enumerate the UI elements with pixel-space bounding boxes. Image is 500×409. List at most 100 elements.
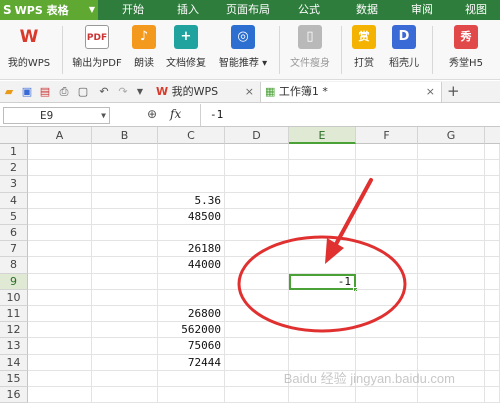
active-cell-e9[interactable]: -1	[289, 273, 358, 292]
cell-f4[interactable]	[356, 192, 418, 209]
cell-b11[interactable]	[92, 306, 158, 323]
cell-a2[interactable]	[28, 160, 92, 177]
new-tab-button[interactable]: +	[447, 81, 460, 101]
app-menu-button[interactable]: S WPS 表格 ▼	[0, 0, 98, 20]
cell-d1[interactable]	[225, 144, 289, 161]
cell-g3[interactable]	[418, 176, 485, 193]
cell-h5[interactable]	[485, 208, 500, 225]
row-header-13[interactable]: 13	[0, 338, 28, 355]
cell-h11[interactable]	[485, 306, 500, 323]
show-h5-button[interactable]: 秀 秀堂H5	[437, 25, 495, 77]
close-icon[interactable]: ×	[245, 82, 254, 102]
cell-c16[interactable]	[158, 387, 225, 404]
cell-f8[interactable]	[356, 257, 418, 274]
cell-e2[interactable]	[289, 160, 356, 177]
cell-d2[interactable]	[225, 160, 289, 177]
cell-a1[interactable]	[28, 144, 92, 161]
menu-tab-page-layout[interactable]: 页面布局	[226, 0, 270, 20]
cell-f7[interactable]	[356, 241, 418, 258]
cell-e11[interactable]	[289, 306, 356, 323]
cell-g2[interactable]	[418, 160, 485, 177]
cell-e8[interactable]	[289, 257, 356, 274]
cell-c9[interactable]	[158, 273, 225, 290]
undo-icon[interactable]: ↶	[97, 85, 111, 99]
cell-h8[interactable]	[485, 257, 500, 274]
cell-b4[interactable]	[92, 192, 158, 209]
cell-g12[interactable]	[418, 322, 485, 339]
row-header-2[interactable]: 2	[0, 160, 28, 177]
cell-b13[interactable]	[92, 338, 158, 355]
row-header-4[interactable]: 4	[0, 192, 28, 209]
cell-d7[interactable]	[225, 241, 289, 258]
cell-h1[interactable]	[485, 144, 500, 161]
cell-c8[interactable]: 44000	[158, 257, 225, 274]
column-header-c[interactable]: C	[158, 127, 225, 144]
cell-a9[interactable]	[28, 273, 92, 290]
open-folder-icon[interactable]: ▰	[2, 85, 16, 99]
row-header-6[interactable]: 6	[0, 225, 28, 242]
cell-h7[interactable]	[485, 241, 500, 258]
row-header-11[interactable]: 11	[0, 306, 28, 323]
cell-d16[interactable]	[225, 387, 289, 404]
cell-e12[interactable]	[289, 322, 356, 339]
row-header-5[interactable]: 5	[0, 208, 28, 225]
cell-f9[interactable]	[356, 273, 418, 290]
cell-a7[interactable]	[28, 241, 92, 258]
cell-c11[interactable]: 26800	[158, 306, 225, 323]
cell-h3[interactable]	[485, 176, 500, 193]
column-header-f[interactable]: F	[356, 127, 418, 144]
cell-h14[interactable]	[485, 354, 500, 371]
cell-e15[interactable]	[289, 370, 356, 387]
row-header-7[interactable]: 7	[0, 241, 28, 258]
menu-tab-data[interactable]: 数据	[356, 0, 378, 20]
cell-c2[interactable]	[158, 160, 225, 177]
cell-b9[interactable]	[92, 273, 158, 290]
read-aloud-button[interactable]: ♪ 朗读	[129, 25, 159, 77]
cell-b5[interactable]	[92, 208, 158, 225]
cell-e13[interactable]	[289, 338, 356, 355]
cell-g8[interactable]	[418, 257, 485, 274]
chevron-down-icon[interactable]: ▼	[101, 108, 106, 123]
cell-d15[interactable]	[225, 370, 289, 387]
cell-a5[interactable]	[28, 208, 92, 225]
row-header-15[interactable]: 15	[0, 370, 28, 387]
cell-g9[interactable]	[418, 273, 485, 290]
menu-tab-home[interactable]: 开始	[122, 0, 144, 20]
cell-h2[interactable]	[485, 160, 500, 177]
cell-e16[interactable]	[289, 387, 356, 404]
cell-a6[interactable]	[28, 225, 92, 242]
cell-g4[interactable]	[418, 192, 485, 209]
cell-b3[interactable]	[92, 176, 158, 193]
document-repair-button[interactable]: + 文档修复	[162, 25, 210, 77]
cell-h12[interactable]	[485, 322, 500, 339]
print-icon[interactable]: ⎙	[57, 85, 71, 99]
cell-b2[interactable]	[92, 160, 158, 177]
cell-b6[interactable]	[92, 225, 158, 242]
cell-a11[interactable]	[28, 306, 92, 323]
cell-c7[interactable]: 26180	[158, 241, 225, 258]
cell-f10[interactable]	[356, 289, 418, 306]
menu-tab-review[interactable]: 审阅	[411, 0, 433, 20]
cell-c15[interactable]	[158, 370, 225, 387]
row-header-3[interactable]: 3	[0, 176, 28, 193]
cell-g15[interactable]	[418, 370, 485, 387]
cell-b15[interactable]	[92, 370, 158, 387]
redo-icon[interactable]: ↷	[116, 85, 130, 99]
column-header-e[interactable]: E	[289, 127, 356, 144]
cell-d14[interactable]	[225, 354, 289, 371]
print-preview-icon[interactable]: ▢	[76, 85, 90, 99]
cell-h15[interactable]	[485, 370, 500, 387]
smart-recommend-button[interactable]: ◎ 智能推荐 ▾	[214, 25, 272, 77]
row-header-12[interactable]: 12	[0, 322, 28, 339]
cell-g14[interactable]	[418, 354, 485, 371]
cell-f6[interactable]	[356, 225, 418, 242]
cell-e6[interactable]	[289, 225, 356, 242]
cell-g11[interactable]	[418, 306, 485, 323]
cell-b16[interactable]	[92, 387, 158, 404]
cell-e3[interactable]	[289, 176, 356, 193]
cell-a12[interactable]	[28, 322, 92, 339]
cell-b8[interactable]	[92, 257, 158, 274]
cell-c3[interactable]	[158, 176, 225, 193]
export-pdf-button[interactable]: PDF 输出为PDF	[68, 25, 126, 77]
cell-e7[interactable]	[289, 241, 356, 258]
